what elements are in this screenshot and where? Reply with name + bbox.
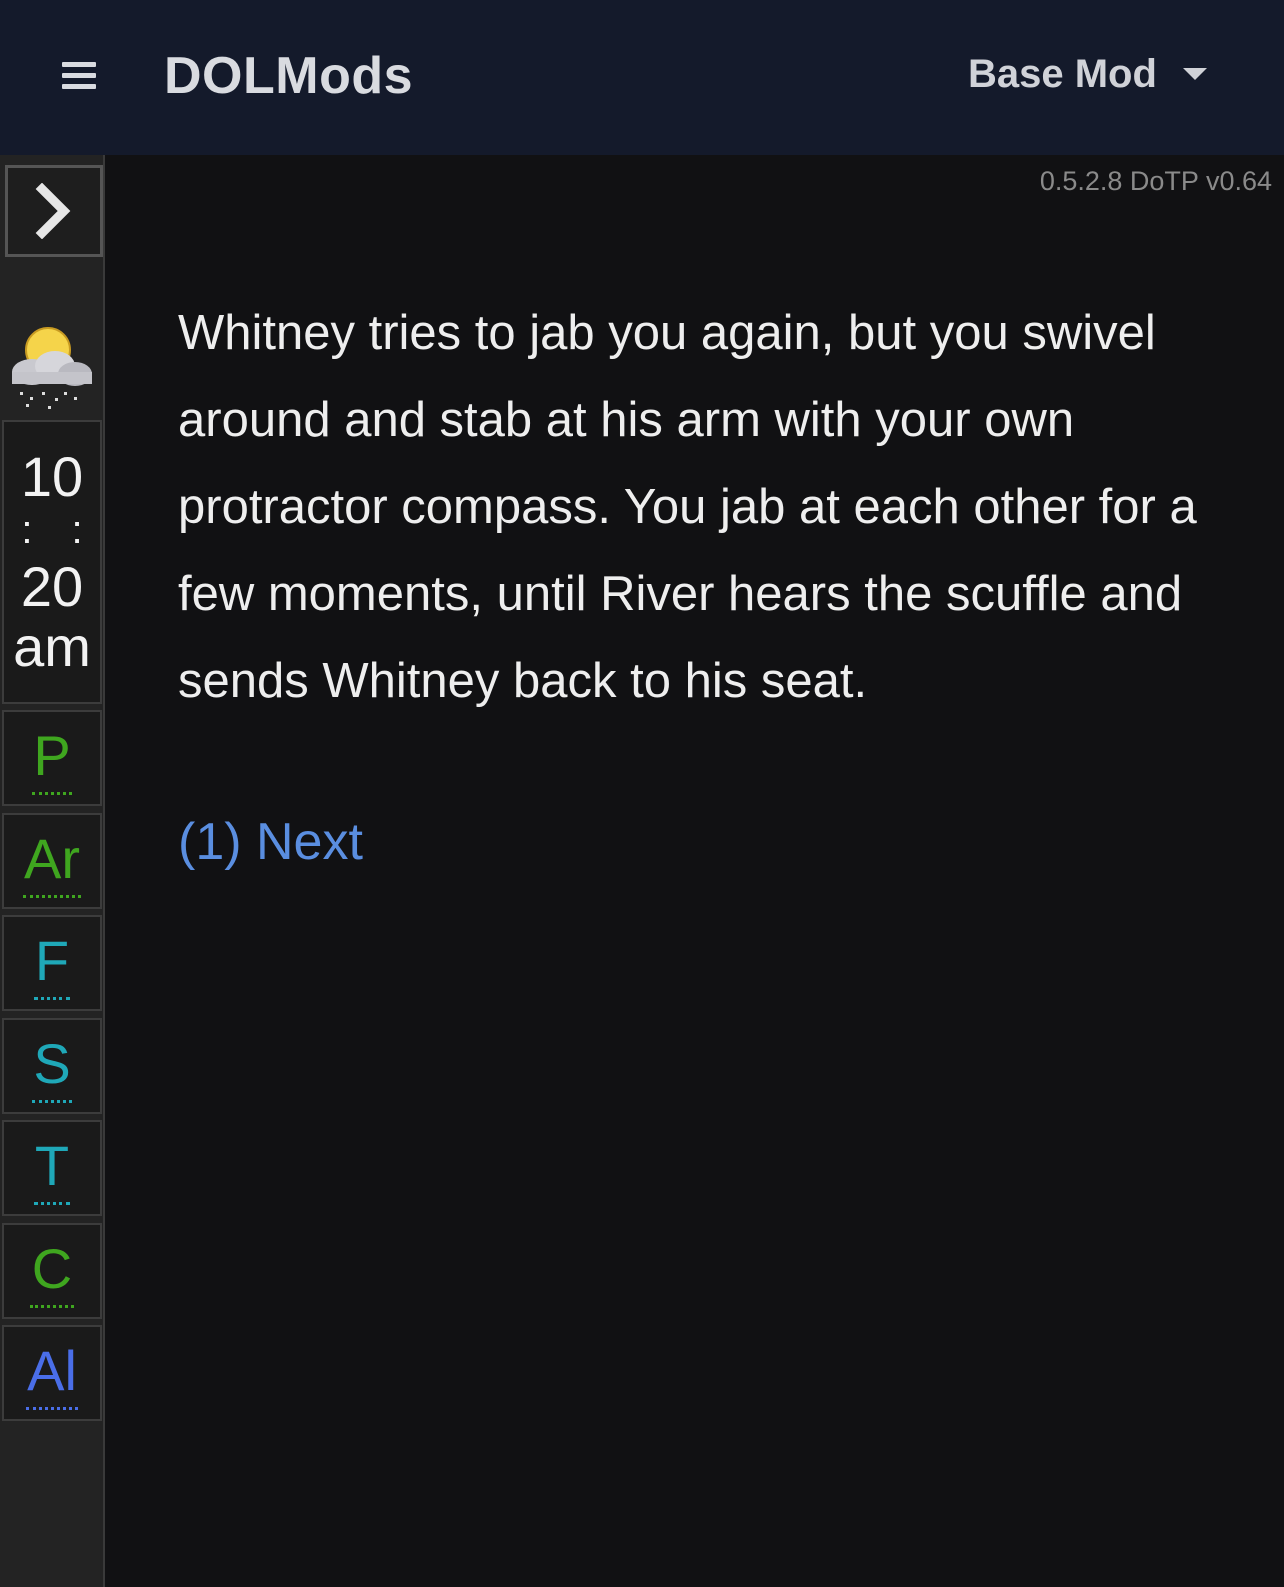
clock-minute: 20: [20, 555, 84, 618]
stat-label: T: [34, 1134, 70, 1197]
stat-tooltip-underline: [32, 792, 72, 795]
sidebar-toggle-button[interactable]: [5, 165, 103, 257]
mod-selector-label: Base Mod: [968, 51, 1157, 96]
stat-label: Ar: [24, 827, 80, 890]
stat-s[interactable]: S: [2, 1018, 102, 1114]
stat-tooltip-underline: [23, 895, 81, 898]
passage-text: Whitney tries to jab you again, but you …: [178, 306, 1197, 708]
stat-tooltip-underline: [34, 997, 70, 1000]
clock-hour: 10: [20, 445, 84, 508]
stat-f[interactable]: F: [2, 915, 102, 1011]
clock: 10 : : 20 am: [2, 420, 102, 704]
top-bar: DOLMods Base Mod: [0, 0, 1284, 155]
chevron-right-icon: [35, 183, 71, 239]
menu-icon[interactable]: [60, 60, 98, 94]
stat-tooltip-underline: [26, 1407, 78, 1410]
version-label: 0.5.2.8 DoTP v0.64: [1039, 166, 1272, 196]
mod-selector[interactable]: Base Mod: [968, 46, 1207, 102]
stat-ar[interactable]: Ar: [2, 813, 102, 909]
stat-tooltip-underline: [34, 1202, 70, 1205]
stat-tooltip-underline: [32, 1100, 72, 1103]
stat-al[interactable]: Al: [2, 1325, 102, 1421]
next-link[interactable]: (1) Next: [178, 812, 363, 872]
stat-label: P: [33, 724, 71, 787]
clock-separator: : :: [21, 508, 97, 552]
stat-p[interactable]: P: [2, 710, 102, 806]
stat-label: S: [33, 1032, 71, 1095]
stat-label: Al: [27, 1339, 77, 1402]
stat-label: C: [31, 1237, 73, 1300]
stat-c[interactable]: C: [2, 1223, 102, 1319]
brand-title[interactable]: DOLMods: [164, 46, 413, 106]
stat-t[interactable]: T: [2, 1120, 102, 1216]
stat-tooltip-underline: [30, 1305, 74, 1308]
sidebar: 10 : : 20 am P Ar F S T C Al: [0, 155, 105, 1587]
clock-period: am: [13, 615, 91, 678]
sun-cloud-rain-icon: [0, 320, 100, 415]
chevron-down-icon: [1182, 68, 1207, 80]
stat-label: F: [34, 929, 70, 992]
